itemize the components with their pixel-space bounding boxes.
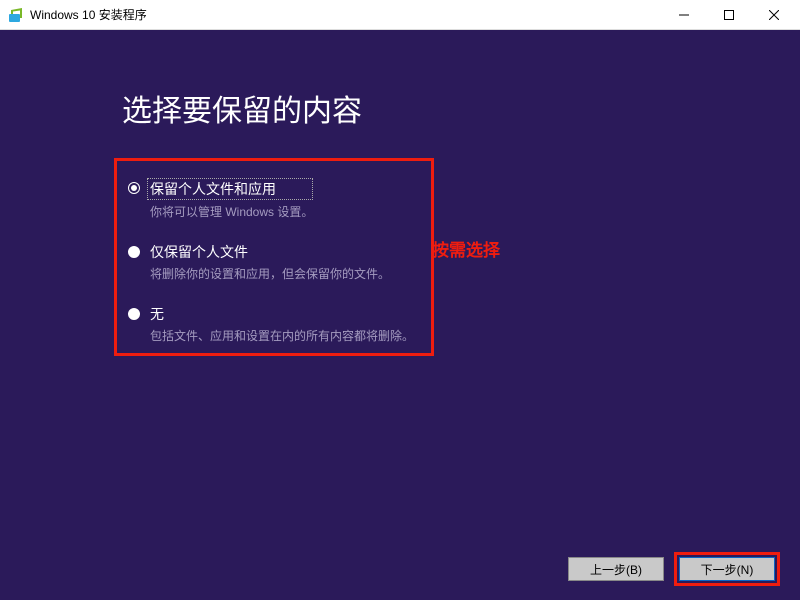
option-label: 仅保留个人文件 <box>150 242 390 262</box>
option-desc: 你将可以管理 Windows 设置。 <box>150 204 313 220</box>
option-keep-files-apps[interactable]: 保留个人文件和应用 你将可以管理 Windows 设置。 <box>128 178 414 220</box>
option-nothing[interactable]: 无 包括文件、应用和设置在内的所有内容都将删除。 <box>128 304 414 344</box>
annotation-text: 按需选择 <box>432 236 500 261</box>
next-button-annotation-box: 下一步(N) <box>674 552 780 586</box>
next-button[interactable]: 下一步(N) <box>679 557 775 581</box>
options-group: 保留个人文件和应用 你将可以管理 Windows 设置。 仅保留个人文件 将删除… <box>128 178 414 366</box>
app-icon <box>8 7 24 23</box>
titlebar: Windows 10 安装程序 <box>0 0 800 30</box>
minimize-button[interactable] <box>661 1 706 29</box>
page-title: 选择要保留的内容 <box>122 86 362 130</box>
radio-icon <box>128 182 140 194</box>
window-title: Windows 10 安装程序 <box>30 6 661 23</box>
back-button[interactable]: 上一步(B) <box>568 557 664 581</box>
option-desc: 包括文件、应用和设置在内的所有内容都将删除。 <box>150 328 414 344</box>
option-keep-files-only[interactable]: 仅保留个人文件 将删除你的设置和应用，但会保留你的文件。 <box>128 242 414 282</box>
option-label: 无 <box>150 304 414 324</box>
radio-icon <box>128 246 140 258</box>
footer-buttons: 上一步(B) 下一步(N) <box>568 552 780 586</box>
setup-content: 选择要保留的内容 保留个人文件和应用 你将可以管理 Windows 设置。 仅保… <box>0 30 800 600</box>
option-label: 保留个人文件和应用 <box>147 178 313 200</box>
option-desc: 将删除你的设置和应用，但会保留你的文件。 <box>150 266 390 282</box>
maximize-button[interactable] <box>706 1 751 29</box>
radio-icon <box>128 308 140 320</box>
window-controls <box>661 1 796 29</box>
close-button[interactable] <box>751 1 796 29</box>
